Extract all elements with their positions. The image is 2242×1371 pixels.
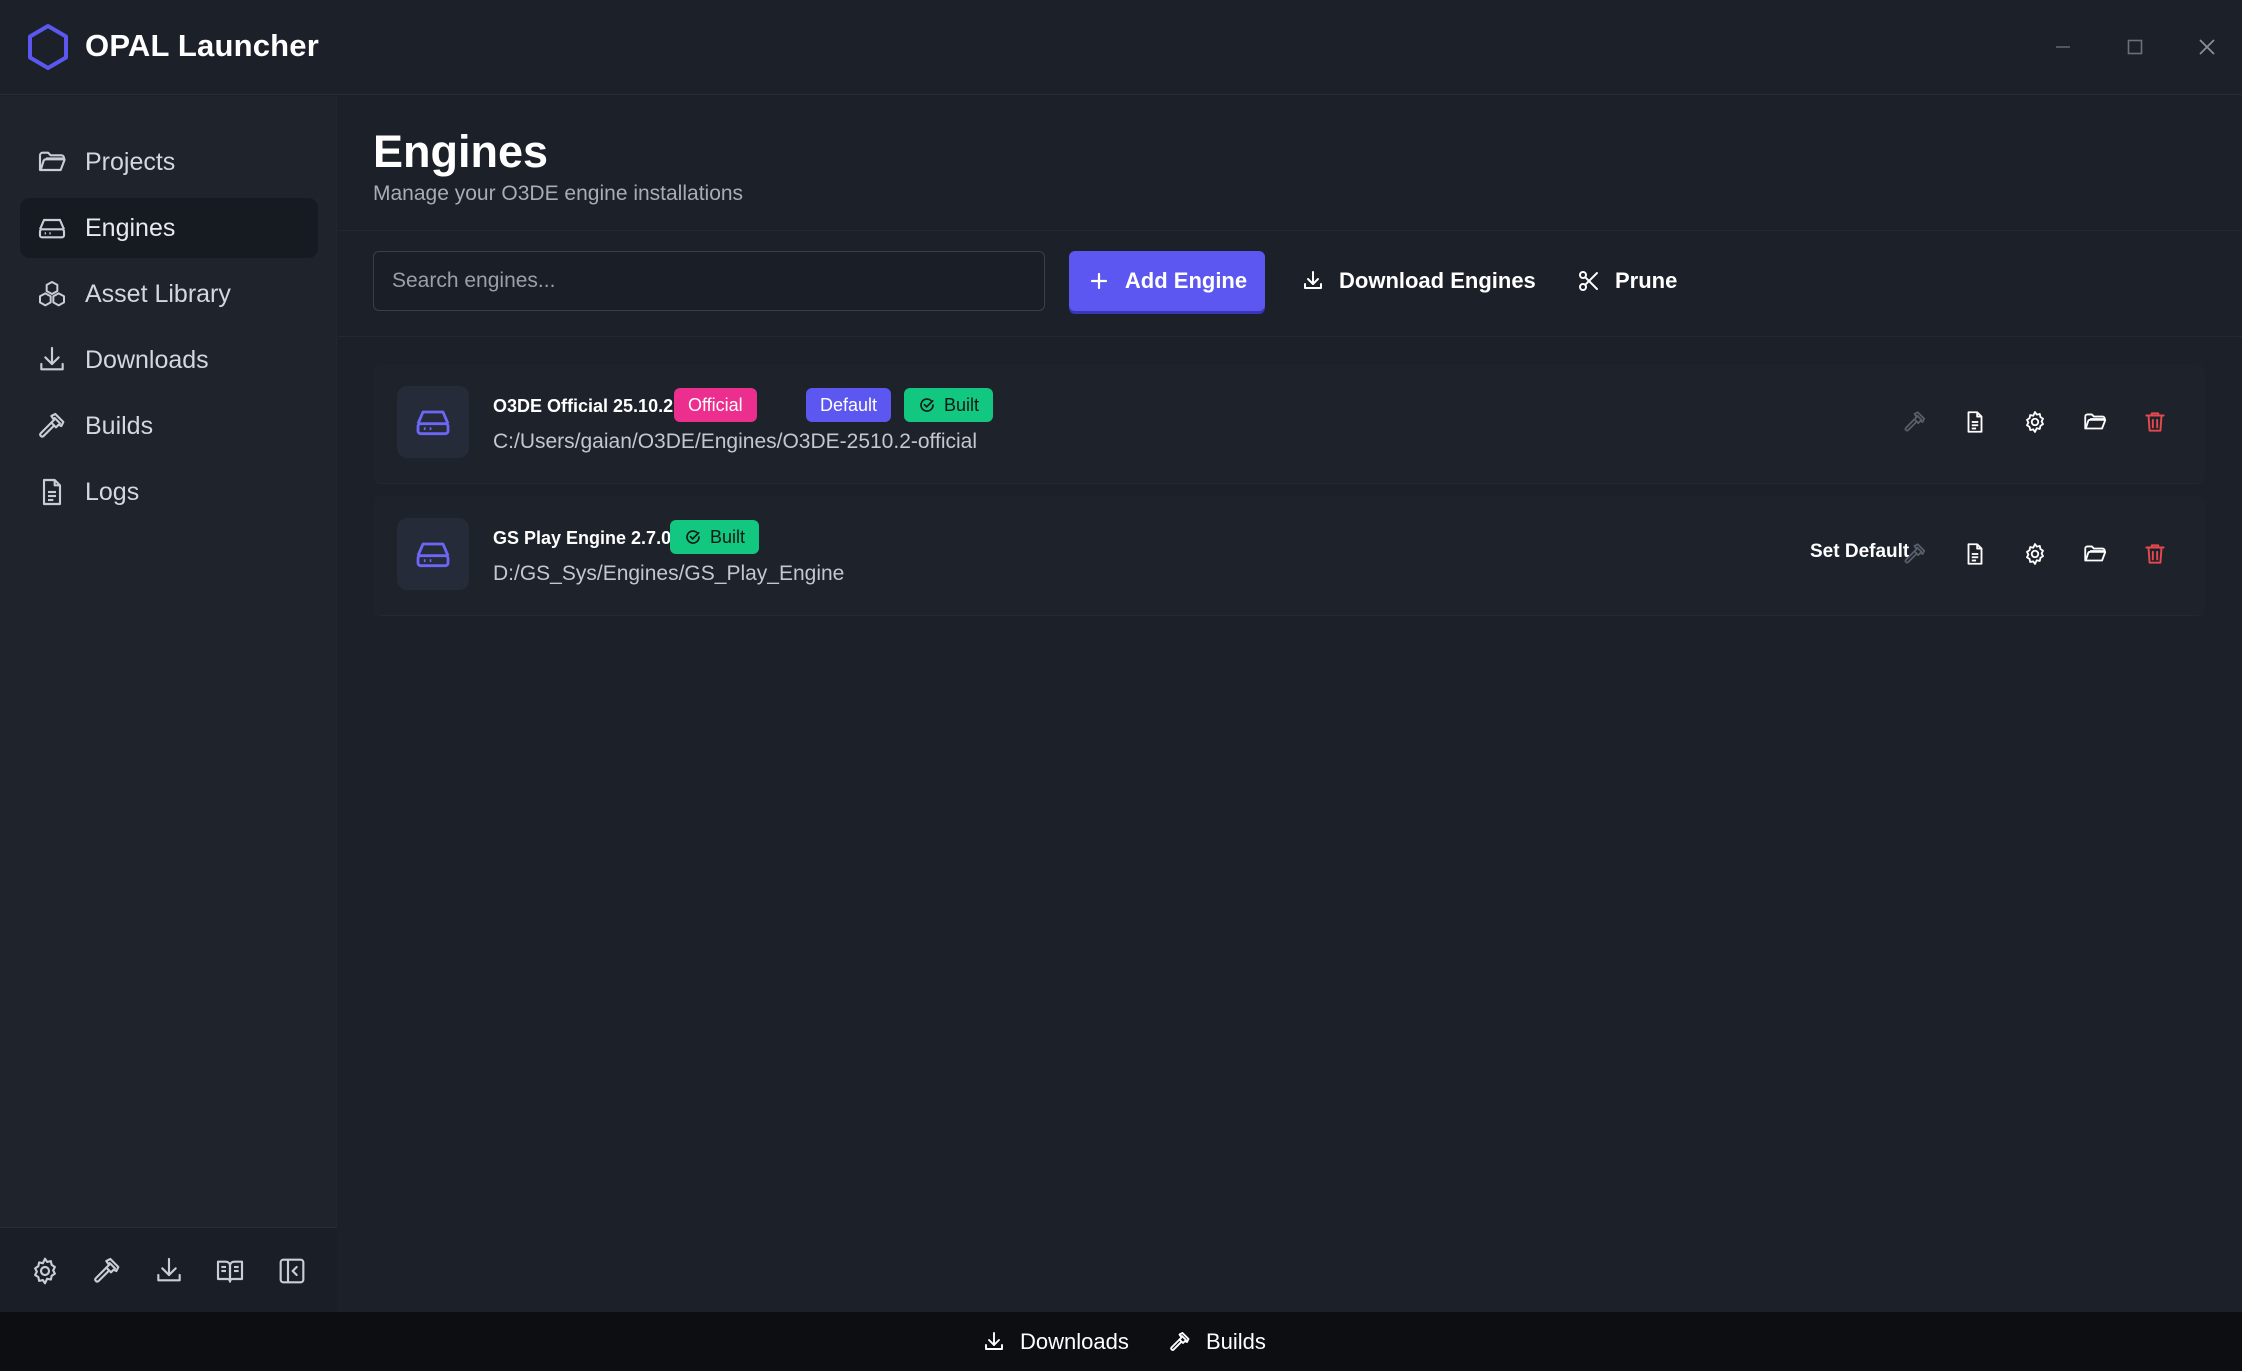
built-badge-label: Built: [944, 394, 980, 415]
check-circle-icon: [684, 528, 702, 546]
plus-icon: [1087, 269, 1111, 293]
download-engines-label: Download Engines: [1339, 268, 1536, 293]
document-icon: [36, 476, 68, 508]
sidebar-item-asset-library[interactable]: Asset Library: [20, 264, 318, 324]
build-hammer-icon[interactable]: [1900, 539, 1930, 569]
scissors-icon: [1577, 269, 1601, 293]
boxes-icon: [36, 278, 68, 310]
hexagon-logo-icon: [26, 23, 70, 71]
built-badge: Built: [904, 388, 994, 422]
status-builds-label: Builds: [1206, 1328, 1266, 1354]
gear-icon[interactable]: [2020, 539, 2050, 569]
hammer-icon: [1168, 1330, 1192, 1354]
status-downloads-label: Downloads: [1020, 1328, 1129, 1354]
maximize-icon[interactable]: [2118, 30, 2152, 64]
drive-icon: [397, 518, 469, 590]
default-badge: Default: [806, 388, 892, 422]
app-title: OPAL Launcher: [85, 28, 319, 63]
sidebar-item-label: Asset Library: [85, 279, 231, 308]
sidebar-item-engines[interactable]: Engines: [20, 198, 318, 258]
download-engines-button[interactable]: Download Engines: [1301, 251, 1536, 311]
search-input[interactable]: [373, 251, 1045, 311]
status-downloads-button[interactable]: Downloads: [982, 1312, 1129, 1371]
gear-icon[interactable]: [29, 1255, 61, 1287]
toolbar: Add Engine Download Engines Prune: [338, 231, 2242, 337]
add-engine-label: Add Engine: [1124, 268, 1248, 293]
prune-label: Prune: [1615, 268, 1678, 293]
sidebar: Projects Engines Asset Library Downloads…: [0, 96, 337, 1228]
set-default-button[interactable]: Set Default: [1810, 541, 1909, 563]
sidebar-footer: [0, 1227, 337, 1312]
built-badge-label: Built: [710, 526, 746, 547]
folder-icon: [36, 146, 68, 178]
download-icon: [1301, 269, 1325, 293]
hammer-icon: [36, 410, 68, 442]
sidebar-item-logs[interactable]: Logs: [20, 462, 318, 522]
open-folder-icon[interactable]: [2080, 539, 2110, 569]
built-badge: Built: [670, 520, 760, 554]
engine-name: GS Play Engine 2.7.0: [493, 528, 672, 548]
document-icon[interactable]: [1960, 407, 1990, 437]
sidebar-item-label: Logs: [85, 477, 140, 506]
check-circle-icon: [918, 396, 936, 414]
add-engine-button[interactable]: Add Engine: [1069, 251, 1265, 311]
page-title: Engines: [373, 126, 549, 177]
gear-icon[interactable]: [2020, 407, 2050, 437]
main-content: Engines Manage your O3DE engine installa…: [338, 96, 2242, 1312]
drive-icon: [36, 212, 68, 244]
status-bar: Downloads Builds: [0, 1312, 2242, 1371]
sidebar-item-projects[interactable]: Projects: [20, 132, 318, 192]
open-folder-icon[interactable]: [2080, 407, 2110, 437]
status-builds-button[interactable]: Builds: [1168, 1312, 1266, 1371]
document-icon[interactable]: [1960, 539, 1990, 569]
official-badge: Official: [674, 388, 757, 422]
engine-path: C:/Users/gaian/O3DE/Engines/O3DE-2510.2-…: [493, 430, 978, 453]
download-icon[interactable]: [153, 1255, 185, 1287]
engine-name: O3DE Official 25.10.2: [493, 396, 674, 416]
minimize-icon[interactable]: [2046, 30, 2080, 64]
sidebar-item-label: Engines: [85, 213, 176, 242]
trash-icon[interactable]: [2140, 407, 2170, 437]
sidebar-item-label: Projects: [85, 147, 176, 176]
collapse-sidebar-icon[interactable]: [276, 1255, 308, 1287]
trash-icon[interactable]: [2140, 539, 2170, 569]
download-icon: [36, 344, 68, 376]
engine-path: D:/GS_Sys/Engines/GS_Play_Engine: [493, 562, 845, 585]
page-subtitle: Manage your O3DE engine installations: [373, 182, 744, 205]
sidebar-item-downloads[interactable]: Downloads: [20, 330, 318, 390]
drive-icon: [397, 386, 469, 458]
engine-row[interactable]: GS Play Engine 2.7.0 Built D:/GS_Sys/Eng…: [373, 496, 2205, 616]
title-bar: OPAL Launcher: [0, 0, 2242, 95]
close-icon[interactable]: [2190, 30, 2224, 64]
sidebar-item-label: Builds: [85, 411, 154, 440]
download-icon: [982, 1330, 1006, 1354]
sidebar-item-label: Downloads: [85, 345, 209, 374]
engine-row[interactable]: O3DE Official 25.10.2 Official Default B…: [373, 364, 2205, 484]
build-hammer-icon[interactable]: [1900, 407, 1930, 437]
book-icon[interactable]: [214, 1255, 246, 1287]
sidebar-item-builds[interactable]: Builds: [20, 396, 318, 456]
hammer-icon[interactable]: [91, 1255, 123, 1287]
prune-button[interactable]: Prune: [1577, 251, 1677, 311]
